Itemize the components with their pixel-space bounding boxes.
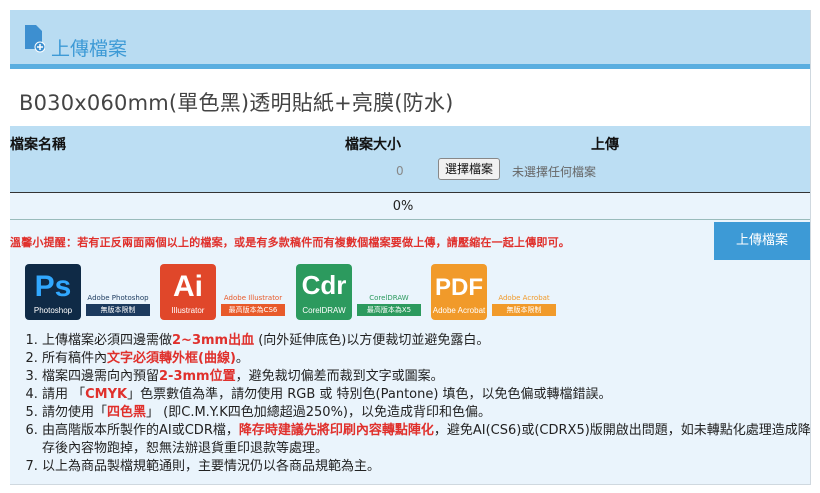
rule-item: 由高階版本所製作的AI或CDR檔，降存時建議先將印刷內容轉點陣化，避免AI(CS…	[42, 422, 810, 458]
upload-notice: 溫馨小提醒：若有正反兩面兩個以上的檔案，或是有多款稿件而有複數個檔案要做上傳，請…	[10, 236, 570, 249]
no-file-chosen-text: 未選擇任何檔案	[512, 165, 597, 179]
file-table-header: 檔案名稱 檔案大小 上傳	[10, 126, 810, 154]
dialog-header: 上傳檔案	[10, 10, 810, 69]
photoshop-caption: Adobe Photoshop 無版本限制	[86, 294, 150, 316]
col-upload: 上傳	[591, 137, 619, 153]
col-file-size: 檔案大小	[345, 137, 401, 153]
illustrator-logo: Ai Illustrator	[160, 264, 216, 320]
rule-item: 所有稿件內文字必須轉外框(曲線)。	[42, 350, 810, 368]
photoshop-logo: Ps Photoshop	[25, 264, 81, 320]
coreldraw-logo: Cdr CorelDRAW	[296, 264, 352, 320]
software-logos: Ps Photoshop Adobe Photoshop 無版本限制 Ai Il…	[10, 264, 810, 330]
coreldraw-caption: CorelDRAW 最高版本為X5	[357, 294, 421, 316]
rule-item: 上傳檔案必須四邊需做2~3mm出血 (向外延伸底色)以方便裁切並避免露白。	[42, 332, 810, 350]
col-file-name: 檔案名稱	[10, 137, 66, 153]
rule-item: 以上為商品製檔規範通則，主要情況仍以各商品規範為主。	[42, 458, 810, 476]
progress-percent: 0%	[392, 199, 414, 214]
rule-item: 請用 「CMYK」色票數值為準，請勿使用 RGB 或 特別色(Pantone) …	[42, 386, 810, 404]
acrobat-logo: PDF Adobe Acrobat	[431, 264, 487, 320]
upload-dialog: 上傳檔案 B030x060mm(單色黑)透明貼紙+亮膜(防水) 檔案名稱 檔案大…	[10, 10, 811, 485]
product-name: B030x060mm(單色黑)透明貼紙+亮膜(防水)	[19, 91, 454, 115]
illustrator-caption: Adobe Illustrator 最高版本為CS6	[221, 294, 285, 316]
rule-item: 檔案四邊需向內預留2-3mm位置，避免裁切偏差而裁到文字或圖案。	[42, 368, 810, 386]
rule-item: 請勿使用「四色黑」 (即C.M.Y.K四色加總超過250%)，以免造成背印和色偏…	[42, 404, 810, 422]
notice-area: 溫馨小提醒：若有正反兩面兩個以上的檔案，或是有多款稿件而有複數個檔案要做上傳，請…	[10, 220, 810, 264]
file-size-value: 0	[396, 164, 404, 178]
file-upload-icon	[25, 25, 45, 53]
file-rules-list: 上傳檔案必須四邊需做2~3mm出血 (向外延伸底色)以方便裁切並避免露白。 所有…	[24, 332, 810, 476]
product-name-bar: B030x060mm(單色黑)透明貼紙+亮膜(防水)	[10, 69, 810, 126]
upload-file-button[interactable]: 上傳檔案	[714, 222, 810, 260]
upload-progress: 0%	[10, 193, 810, 220]
file-row: 0 選擇檔案 未選擇任何檔案	[10, 154, 810, 193]
choose-file-button[interactable]: 選擇檔案	[438, 158, 501, 180]
dialog-title: 上傳檔案	[51, 38, 128, 60]
acrobat-caption: Adobe Acrobat 無版本限制	[492, 294, 556, 316]
